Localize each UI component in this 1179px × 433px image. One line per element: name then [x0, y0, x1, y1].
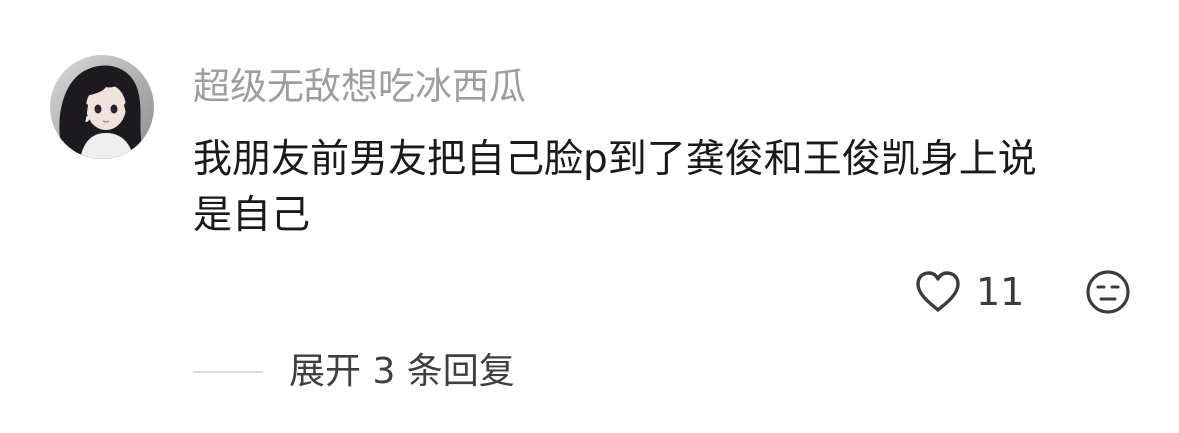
comment-text-line: 我朋友前男友把自己脸p到了龚俊和王俊凯身上说 — [193, 137, 1037, 182]
reaction-button[interactable] — [1083, 266, 1133, 318]
avatar[interactable] — [50, 55, 154, 159]
replies-divider — [193, 371, 263, 373]
like-count: 11 — [976, 270, 1025, 314]
comment-actions: 11 — [0, 266, 1179, 318]
heart-icon — [916, 271, 960, 312]
replies-toggle: 展开 3 条回复 — [193, 346, 515, 398]
avatar-image — [50, 55, 154, 159]
comment-item: 超级无敌想吃冰西瓜 我朋友前男友把自己脸p到了龚俊和王俊凯身上说 是自己 11 … — [0, 0, 1179, 433]
expand-replies-button[interactable]: 展开 3 条回复 — [289, 346, 515, 398]
username[interactable]: 超级无敌想吃冰西瓜 — [193, 62, 526, 112]
like-button[interactable]: 11 — [912, 266, 1024, 318]
comment-text-line: 是自己 — [193, 193, 311, 238]
comment-text: 我朋友前男友把自己脸p到了龚俊和王俊凯身上说 是自己 — [193, 132, 1133, 244]
neutral-face-icon — [1086, 270, 1130, 314]
